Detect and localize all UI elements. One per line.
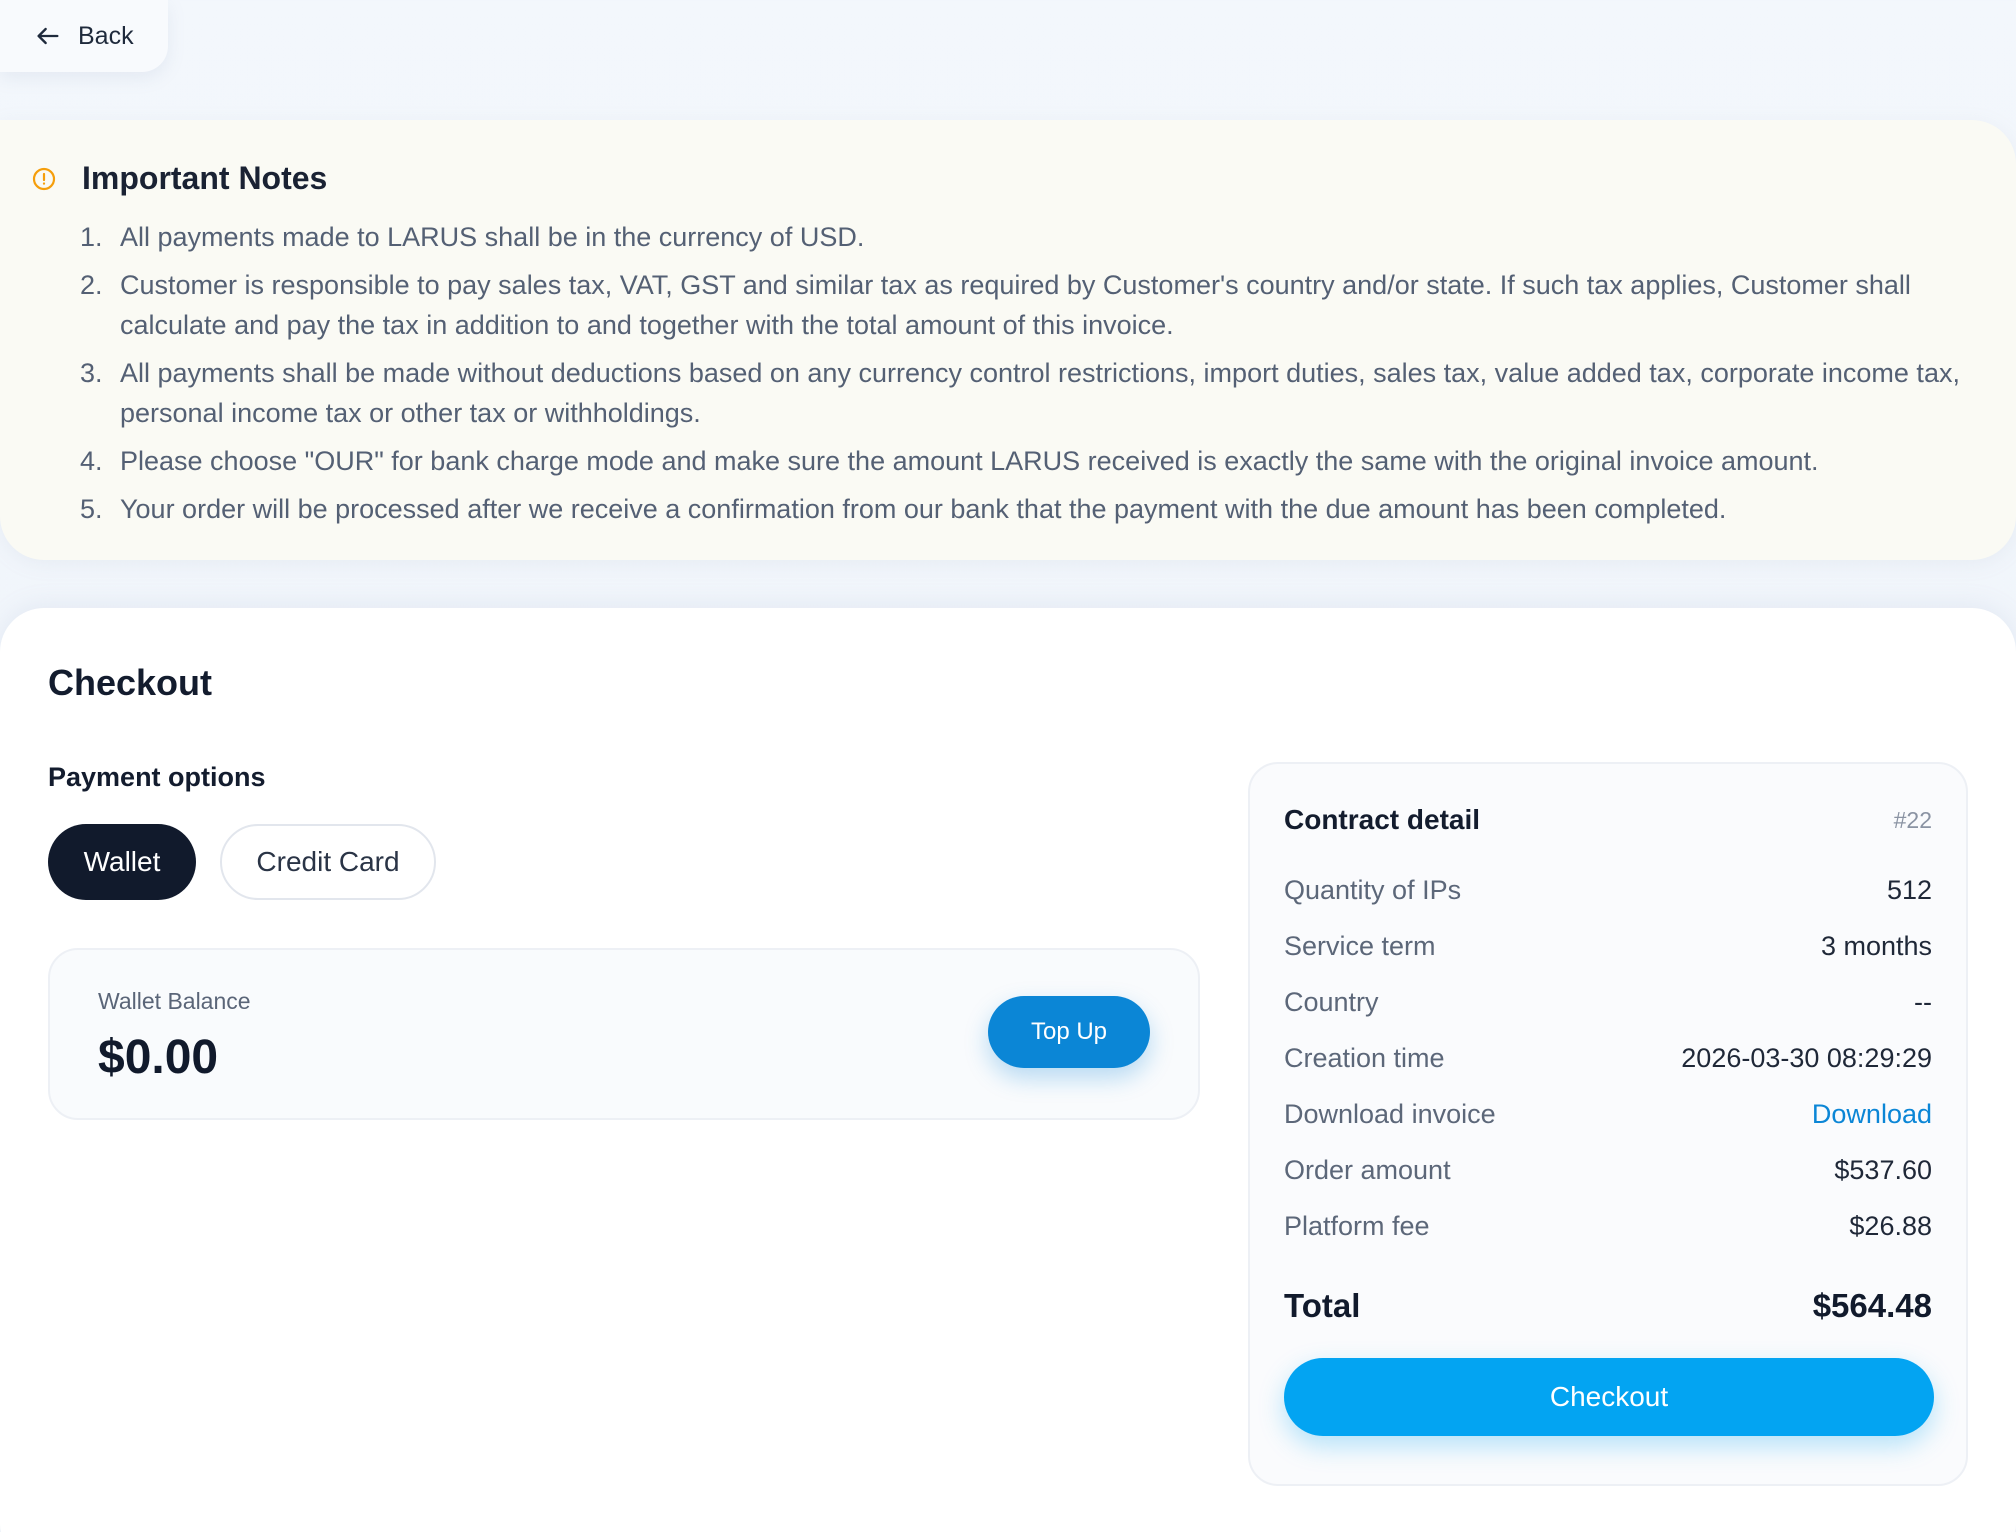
note-item: 3. All payments shall be made without ded… bbox=[80, 353, 1976, 433]
detail-label: Order amount bbox=[1284, 1154, 1451, 1185]
detail-label: Creation time bbox=[1284, 1042, 1445, 1073]
back-label: Back bbox=[78, 21, 134, 50]
detail-value: $537.60 bbox=[1834, 1154, 1932, 1185]
notes-title: Important Notes bbox=[82, 160, 328, 196]
detail-value: 512 bbox=[1886, 874, 1932, 905]
note-text: All payments shall be made without deduc… bbox=[120, 358, 1960, 428]
note-item: 4. Please choose "OUR" for bank charge mo… bbox=[80, 441, 1976, 481]
note-text: Please choose "OUR" for bank charge mode… bbox=[120, 446, 1819, 476]
detail-row-creation-time: Creation time 2026-03-30 08:29:29 bbox=[1284, 1030, 1932, 1086]
note-number: 5. bbox=[80, 494, 103, 524]
contract-detail-title: Contract detail bbox=[1284, 804, 1481, 835]
detail-value: 3 months bbox=[1820, 930, 1932, 961]
total-row: Total $564.48 bbox=[1284, 1282, 1932, 1330]
note-number: 1. bbox=[80, 222, 103, 252]
note-text: All payments made to LARUS shall be in t… bbox=[120, 222, 865, 252]
top-up-button[interactable]: Top Up bbox=[988, 996, 1150, 1068]
wallet-balance-label: Wallet Balance bbox=[98, 988, 251, 1014]
contract-id: #22 bbox=[1893, 806, 1932, 833]
checkout-button[interactable]: Checkout bbox=[1284, 1358, 1934, 1436]
detail-label: Quantity of IPs bbox=[1284, 874, 1462, 905]
detail-label: Platform fee bbox=[1284, 1210, 1430, 1241]
detail-value: 2026-03-30 08:29:29 bbox=[1681, 1042, 1932, 1073]
payment-options-label: Payment options bbox=[48, 762, 266, 792]
detail-row-download-invoice: Download invoice Download bbox=[1284, 1086, 1932, 1142]
note-item: 5. Your order will be processed after we … bbox=[80, 489, 1976, 529]
detail-value: $26.88 bbox=[1849, 1210, 1932, 1241]
wallet-balance-amount: $0.00 bbox=[98, 1031, 219, 1084]
note-item: 1. All payments made to LARUS shall be in… bbox=[80, 217, 1976, 257]
notes-list: 1. All payments made to LARUS shall be in… bbox=[32, 217, 1976, 529]
detail-value: -- bbox=[1914, 986, 1932, 1017]
contract-detail-panel: Contract detail #22 Quantity of IPs 512 S… bbox=[1248, 762, 1968, 1486]
important-notes-panel: Important Notes 1. All payments made to L… bbox=[0, 120, 2016, 560]
total-label: Total bbox=[1284, 1287, 1361, 1324]
detail-row-order-amount: Order amount $537.60 bbox=[1284, 1142, 1932, 1198]
detail-row-quantity: Quantity of IPs 512 bbox=[1284, 862, 1932, 918]
note-item: 2. Customer is responsible to pay sales t… bbox=[80, 265, 1976, 345]
arrow-left-icon bbox=[37, 27, 59, 45]
detail-row-service-term: Service term 3 months bbox=[1284, 918, 1932, 974]
checkout-title: Checkout bbox=[48, 662, 213, 703]
note-number: 3. bbox=[80, 358, 103, 388]
note-number: 4. bbox=[80, 446, 103, 476]
back-button[interactable]: Back bbox=[0, 0, 168, 72]
payment-option-wallet[interactable]: Wallet bbox=[48, 824, 196, 900]
total-value: $564.48 bbox=[1812, 1287, 1932, 1324]
checkout-card: Checkout Payment options Wallet Credit C… bbox=[0, 608, 2016, 1532]
payment-option-credit-card[interactable]: Credit Card bbox=[220, 824, 436, 900]
download-invoice-link[interactable]: Download bbox=[1812, 1099, 1932, 1130]
detail-row-country: Country -- bbox=[1284, 974, 1932, 1030]
note-number: 2. bbox=[80, 270, 103, 300]
note-text: Your order will be processed after we re… bbox=[120, 494, 1727, 524]
note-text: Customer is responsible to pay sales tax… bbox=[120, 270, 1911, 340]
wallet-balance-box: Wallet Balance $0.00 Top Up bbox=[48, 948, 1200, 1120]
detail-label: Country bbox=[1284, 986, 1379, 1017]
detail-label: Service term bbox=[1284, 930, 1436, 961]
alert-circle-icon bbox=[32, 167, 56, 190]
detail-label: Download invoice bbox=[1284, 1098, 1496, 1129]
detail-row-platform-fee: Platform fee $26.88 bbox=[1284, 1198, 1932, 1254]
